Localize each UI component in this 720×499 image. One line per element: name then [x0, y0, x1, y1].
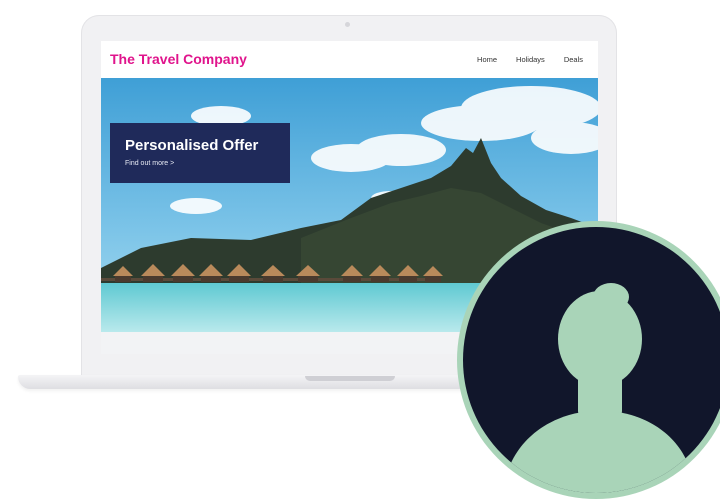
site-nav: Home Holidays Deals	[477, 55, 583, 64]
avatar-background	[463, 227, 720, 493]
nav-deals[interactable]: Deals	[564, 55, 583, 64]
site-logo[interactable]: The Travel Company	[110, 51, 247, 67]
nav-home[interactable]: Home	[477, 55, 497, 64]
find-out-more-link[interactable]: Find out more >	[125, 160, 174, 167]
nav-holidays[interactable]: Holidays	[516, 55, 545, 64]
offer-title: Personalised Offer	[125, 137, 259, 154]
user-avatar	[457, 221, 720, 499]
laptop-notch	[305, 376, 395, 381]
user-silhouette-icon	[503, 283, 695, 493]
webcam-icon	[345, 22, 350, 27]
personalised-offer-card[interactable]: Personalised Offer Find out more >	[110, 123, 290, 183]
site-header: The Travel Company Home Holidays Deals	[101, 41, 598, 78]
